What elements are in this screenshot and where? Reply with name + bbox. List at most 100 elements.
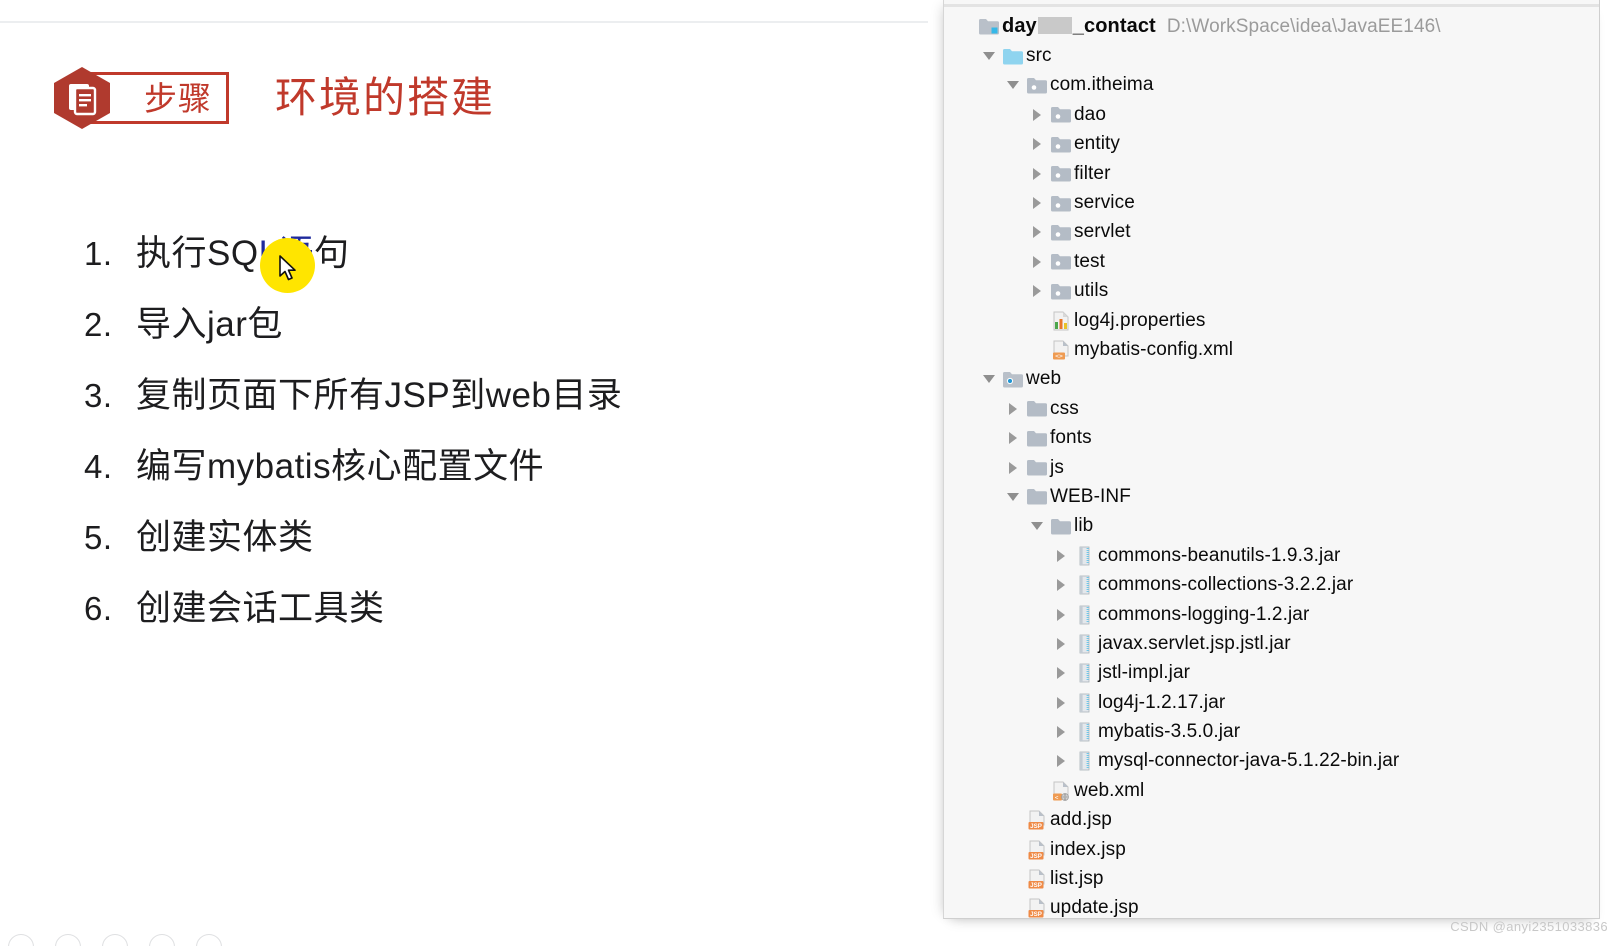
jar-file-icon bbox=[1072, 605, 1098, 625]
watermark: CSDN @anyi2351033836 bbox=[1450, 919, 1608, 934]
package-icon bbox=[1048, 106, 1074, 123]
tree-node[interactable]: javax.servlet.jsp.jstl.jar bbox=[944, 629, 1599, 658]
chevron-down-icon[interactable] bbox=[978, 52, 1000, 61]
slide-root: 步骤 环境的搭建 1. 执行SQL语句 2. 导入jar包 3. 复制页面下所有JSP到w… bbox=[0, 0, 1616, 946]
tree-node[interactable]: JSP add.jsp bbox=[944, 806, 1599, 835]
jar-file-icon bbox=[1072, 575, 1098, 595]
jar-file-icon bbox=[1072, 722, 1098, 742]
tree-root-row[interactable]: day _contact D:\WorkSpace\idea\JavaEE146\ bbox=[944, 12, 1599, 41]
tree-node-label: add.jsp bbox=[1050, 809, 1112, 831]
project-tree[interactable]: day _contact D:\WorkSpace\idea\JavaEE146\… bbox=[944, 12, 1599, 919]
package-icon bbox=[1024, 77, 1050, 94]
tree-node-label: update.jsp bbox=[1050, 897, 1139, 919]
mouse-pointer-icon bbox=[279, 255, 299, 288]
tree-node-label: js bbox=[1050, 456, 1064, 478]
chevron-right-icon[interactable] bbox=[1026, 255, 1048, 268]
tree-node[interactable]: commons-beanutils-1.9.3.jar bbox=[944, 541, 1599, 570]
tree-node[interactable]: dao bbox=[944, 100, 1599, 129]
tree-node-label: web.xml bbox=[1074, 779, 1145, 801]
top-cutoff-text bbox=[160, 0, 170, 10]
jsp-file-icon: JSP bbox=[1024, 898, 1050, 918]
project-tree-panel[interactable]: day _contact D:\WorkSpace\idea\JavaEE146\… bbox=[943, 0, 1600, 919]
tree-node-label: commons-collections-3.2.2.jar bbox=[1098, 574, 1354, 596]
pagination-dot[interactable] bbox=[196, 934, 222, 946]
tree-node[interactable]: service bbox=[944, 188, 1599, 217]
chevron-right-icon[interactable] bbox=[1026, 138, 1048, 151]
tree-node[interactable]: src bbox=[944, 41, 1599, 70]
tree-node[interactable]: log4j.properties bbox=[944, 306, 1599, 335]
tree-node[interactable]: JSP list.jsp bbox=[944, 864, 1599, 893]
tree-node[interactable]: lib bbox=[944, 512, 1599, 541]
folder-icon bbox=[1048, 518, 1074, 535]
chevron-right-icon[interactable] bbox=[1002, 432, 1024, 445]
tree-node[interactable]: jstl-impl.jar bbox=[944, 659, 1599, 688]
top-divider bbox=[0, 21, 928, 23]
tree-node[interactable]: log4j-1.2.17.jar bbox=[944, 688, 1599, 717]
tree-node[interactable]: css bbox=[944, 394, 1599, 423]
jsp-file-icon: JSP bbox=[1024, 810, 1050, 830]
chevron-right-icon[interactable] bbox=[1050, 755, 1072, 768]
slide-heading: 步骤 环境的搭建 bbox=[53, 66, 495, 130]
tree-node[interactable]: entity bbox=[944, 130, 1599, 159]
tree-node[interactable]: JSP index.jsp bbox=[944, 835, 1599, 864]
list-item-label: 导入jar包 bbox=[136, 296, 283, 347]
chevron-right-icon[interactable] bbox=[1026, 197, 1048, 210]
jar-file-icon bbox=[1072, 693, 1098, 713]
tree-node[interactable]: fonts bbox=[944, 423, 1599, 452]
pagination-dot[interactable] bbox=[55, 934, 81, 946]
web-folder-icon bbox=[1000, 371, 1026, 388]
tree-node[interactable]: WEB-INF bbox=[944, 482, 1599, 511]
tree-node[interactable]: < web.xml bbox=[944, 776, 1599, 805]
chevron-right-icon[interactable] bbox=[1050, 549, 1072, 562]
pagination-dot[interactable] bbox=[102, 934, 128, 946]
chevron-right-icon[interactable] bbox=[1002, 402, 1024, 415]
tree-node[interactable]: utils bbox=[944, 277, 1599, 306]
chevron-right-icon[interactable] bbox=[1026, 285, 1048, 298]
web-xml-file-icon: < bbox=[1048, 781, 1074, 801]
pagination-dot[interactable] bbox=[149, 934, 175, 946]
svg-text:<: < bbox=[1054, 794, 1058, 801]
tree-node[interactable]: commons-logging-1.2.jar bbox=[944, 600, 1599, 629]
pagination-dot[interactable] bbox=[8, 934, 34, 946]
chevron-right-icon[interactable] bbox=[1050, 726, 1072, 739]
chevron-right-icon[interactable] bbox=[1050, 637, 1072, 650]
chevron-right-icon[interactable] bbox=[1002, 461, 1024, 474]
chevron-right-icon[interactable] bbox=[1050, 579, 1072, 592]
tree-node[interactable]: servlet bbox=[944, 218, 1599, 247]
tree-node-label: servlet bbox=[1074, 221, 1131, 243]
tree-node[interactable]: web bbox=[944, 365, 1599, 394]
tree-node[interactable]: commons-collections-3.2.2.jar bbox=[944, 570, 1599, 599]
tree-node[interactable]: mysql-connector-java-5.1.22-bin.jar bbox=[944, 747, 1599, 776]
package-icon bbox=[1048, 136, 1074, 153]
tree-node-label: mysql-connector-java-5.1.22-bin.jar bbox=[1098, 750, 1400, 772]
pagination-dots[interactable] bbox=[0, 930, 300, 946]
tree-node[interactable]: test bbox=[944, 247, 1599, 276]
tree-node-label: web bbox=[1026, 368, 1062, 390]
chevron-right-icon[interactable] bbox=[1026, 108, 1048, 121]
module-folder-icon bbox=[976, 18, 1002, 35]
tree-node-label: WEB-INF bbox=[1050, 485, 1131, 507]
tree-node[interactable]: <> mybatis-config.xml bbox=[944, 335, 1599, 364]
jsp-file-icon: JSP bbox=[1024, 869, 1050, 889]
chevron-down-icon[interactable] bbox=[1002, 81, 1024, 90]
tree-node[interactable]: filter bbox=[944, 159, 1599, 188]
chevron-right-icon[interactable] bbox=[1050, 696, 1072, 709]
chevron-right-icon[interactable] bbox=[1050, 667, 1072, 680]
jar-file-icon bbox=[1072, 751, 1098, 771]
tree-node-label: filter bbox=[1074, 162, 1111, 184]
jar-file-icon bbox=[1072, 634, 1098, 654]
tree-node[interactable]: js bbox=[944, 453, 1599, 482]
tree-node[interactable]: com.itheima bbox=[944, 71, 1599, 100]
chevron-right-icon[interactable] bbox=[1026, 226, 1048, 239]
tree-node-label: log4j-1.2.17.jar bbox=[1098, 691, 1226, 713]
chevron-down-icon[interactable] bbox=[1002, 492, 1024, 501]
chevron-right-icon[interactable] bbox=[1050, 608, 1072, 621]
folder-icon bbox=[1024, 459, 1050, 476]
chevron-down-icon[interactable] bbox=[1026, 522, 1048, 531]
chevron-right-icon[interactable] bbox=[1026, 167, 1048, 180]
page-title: 环境的搭建 bbox=[275, 74, 496, 121]
tree-node[interactable]: mybatis-3.5.0.jar bbox=[944, 717, 1599, 746]
list-item: 6. 创建会话工具类 bbox=[84, 580, 904, 651]
tree-node[interactable]: JSP update.jsp bbox=[944, 894, 1599, 919]
chevron-down-icon[interactable] bbox=[978, 375, 1000, 384]
